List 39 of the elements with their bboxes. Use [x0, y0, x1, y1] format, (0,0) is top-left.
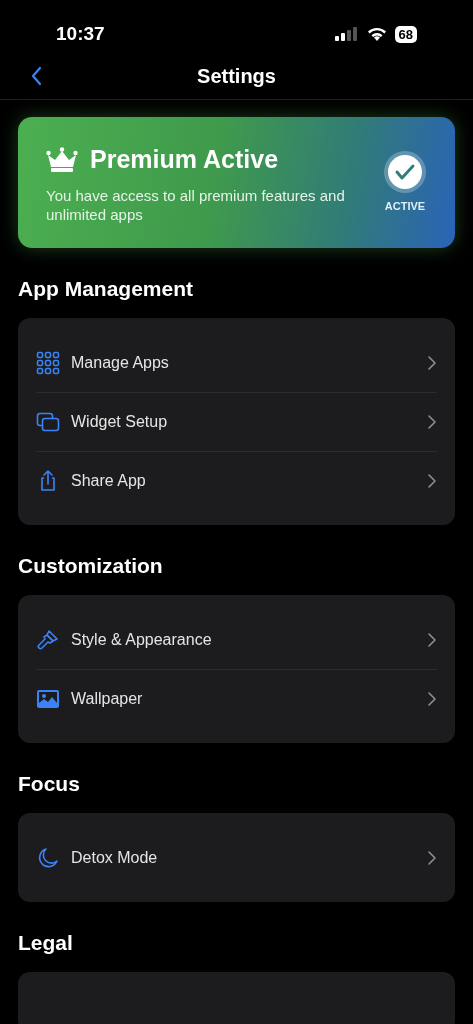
section-title: Legal: [18, 930, 74, 956]
settings-row[interactable]: Widget Setup: [36, 392, 437, 451]
wifi-icon: [366, 26, 387, 42]
section-title: Focus: [18, 771, 81, 797]
premium-description: You have access to all premium features and unlimited apps: [46, 186, 346, 225]
chevron-icon: [427, 691, 437, 707]
crown-icon: [46, 146, 78, 173]
row-label: Style & Appearance: [71, 629, 213, 650]
row-label: Detox Mode: [71, 847, 159, 868]
settings-row[interactable]: Wallpaper: [36, 669, 437, 728]
paintbrush-icon: [36, 627, 60, 652]
row-label: Wallpaper: [71, 689, 144, 709]
chevron-icon: [427, 631, 437, 648]
battery-level: 68: [394, 25, 417, 43]
chevron-icon: [427, 414, 437, 430]
image-icon: [36, 687, 60, 711]
premium-title: Premium Active: [90, 143, 279, 175]
section-title: App Management: [18, 276, 194, 302]
page-title: Settings: [197, 63, 276, 89]
grid-icon: [36, 350, 60, 375]
row-label: Widget Setup: [71, 412, 169, 432]
status-time: 10:37: [56, 21, 105, 46]
chevron-icon: [427, 354, 437, 371]
chevron-icon: [427, 849, 437, 866]
windows-icon: [36, 410, 60, 434]
back-button[interactable]: [30, 66, 42, 86]
signal-icon: [334, 27, 359, 41]
row-label: Manage Apps: [71, 352, 170, 373]
moon-icon: [36, 845, 60, 870]
check-circle-icon: [383, 150, 427, 195]
row-label: Share App: [71, 471, 147, 491]
settings-row[interactable]: Detox Mode: [36, 828, 437, 887]
settings-row[interactable]: Manage Apps: [36, 333, 437, 392]
chevron-icon: [427, 473, 437, 489]
settings-row[interactable]: Style & Appearance: [36, 610, 437, 669]
active-label: ACTIVE: [384, 199, 426, 215]
back-icon: [30, 66, 42, 86]
section-title: Customization: [18, 553, 164, 579]
settings-row[interactable]: Share App: [36, 451, 437, 510]
